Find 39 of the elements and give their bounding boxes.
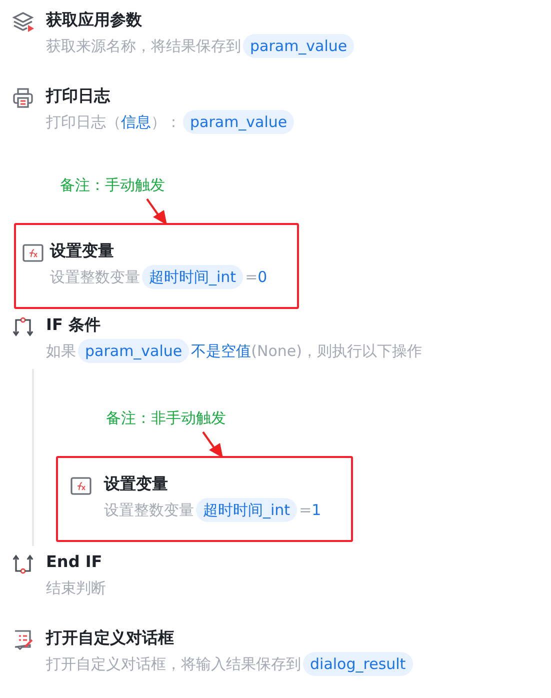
description-text: 如果 [46,341,76,362]
description-text: 打开自定义对话框，将输入结果保存到 [46,654,301,675]
step-title: 获取应用参数 [46,9,143,31]
step-title: 打开自定义对话框 [46,627,175,649]
variable-tag: dialog_result [303,652,413,676]
printer-icon [12,87,34,109]
step-title: IF 条件 [46,314,102,336]
value-text: 1 [312,500,322,521]
description-text: 结束判断 [46,578,106,599]
step-title: 打印日志 [46,85,112,107]
variable-tag: param_value [243,34,354,58]
function-icon [70,475,92,497]
function-icon [22,242,44,264]
description-text: = [245,267,258,288]
layers-icon [12,11,34,33]
description-text: 打印日志（ [46,112,121,133]
description-text: 设置整数变量 [50,267,140,288]
branch-icon [12,316,34,338]
description-text: 获取来源名称，将结果保存到 [46,36,241,57]
merge-icon [12,553,34,575]
description-text: 设置整数变量 [104,500,194,521]
value-text: 不是空值 [191,341,252,362]
value-text: 信息 [121,112,151,133]
variable-tag: param_value [78,339,190,363]
note-text: 备注：手动触发 [60,176,165,194]
description-text: = [299,500,312,521]
annotation-arrow [146,198,167,225]
value-text: 0 [258,267,268,288]
dialog-icon [12,629,34,651]
variable-tag: 超时时间_int [142,265,244,289]
variable-tag: param_value [183,110,294,134]
description-text: (None)，则执行以下操作 [251,341,422,362]
annotation-arrow [202,431,223,458]
variable-tag: 超时时间_int [196,498,298,522]
step-title: 设置变量 [104,473,169,495]
step-title: End IF [46,551,104,573]
description-text: ）： [151,112,181,133]
note-text: 备注：非手动触发 [106,409,226,427]
step-title: 设置变量 [50,240,115,262]
